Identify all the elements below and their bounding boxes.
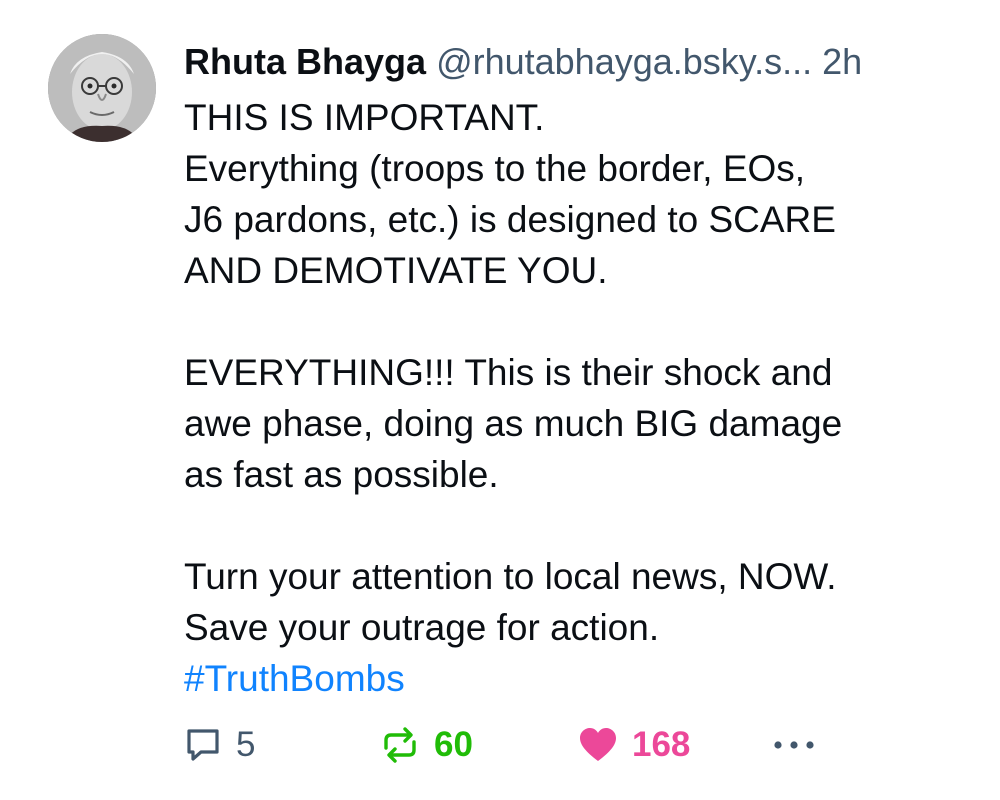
- body-line: J6 pardons, etc.) is designed to SCARE: [184, 199, 836, 240]
- avatar[interactable]: [48, 34, 156, 142]
- body-line: AND DEMOTIVATE YOU.: [184, 250, 608, 291]
- post-header: Rhuta Bhayga @rhutabhayga.bsky.s... 2h: [184, 38, 984, 88]
- speech-bubble-icon: [184, 726, 222, 764]
- reply-count: 5: [236, 725, 256, 764]
- post-body: THIS IS IMPORTANT. Everything (troops to…: [184, 92, 974, 704]
- post[interactable]: Rhuta Bhayga @rhutabhayga.bsky.s... 2h T…: [0, 0, 1000, 800]
- body-line: as fast as possible.: [184, 454, 499, 495]
- body-line: awe phase, doing as much BIG damage: [184, 403, 843, 444]
- more-dots-icon: [772, 739, 816, 751]
- author-display-name[interactable]: Rhuta Bhayga: [184, 41, 426, 82]
- body-line: Turn your attention to local news, NOW.: [184, 556, 837, 597]
- repost-arrows-icon: [380, 726, 420, 764]
- body-line: THIS IS IMPORTANT.: [184, 97, 545, 138]
- body-line: Everything (troops to the border, EOs,: [184, 148, 806, 189]
- reply-button[interactable]: 5: [184, 718, 255, 772]
- body-line: EVERYTHING!!! This is their shock and: [184, 352, 833, 393]
- repost-count: 60: [434, 725, 473, 764]
- post-actions: 5 60 168: [184, 718, 984, 772]
- heart-icon: [578, 726, 618, 764]
- repost-button[interactable]: 60: [380, 718, 473, 772]
- post-timestamp[interactable]: 2h: [822, 41, 862, 82]
- more-options-button[interactable]: [772, 718, 816, 772]
- body-line: Save your outrage for action.: [184, 607, 660, 648]
- hashtag-link[interactable]: #TruthBombs: [184, 658, 405, 699]
- like-count: 168: [632, 725, 691, 764]
- like-button[interactable]: 168: [578, 718, 690, 772]
- author-handle[interactable]: @rhutabhayga.bsky.s...: [436, 41, 812, 82]
